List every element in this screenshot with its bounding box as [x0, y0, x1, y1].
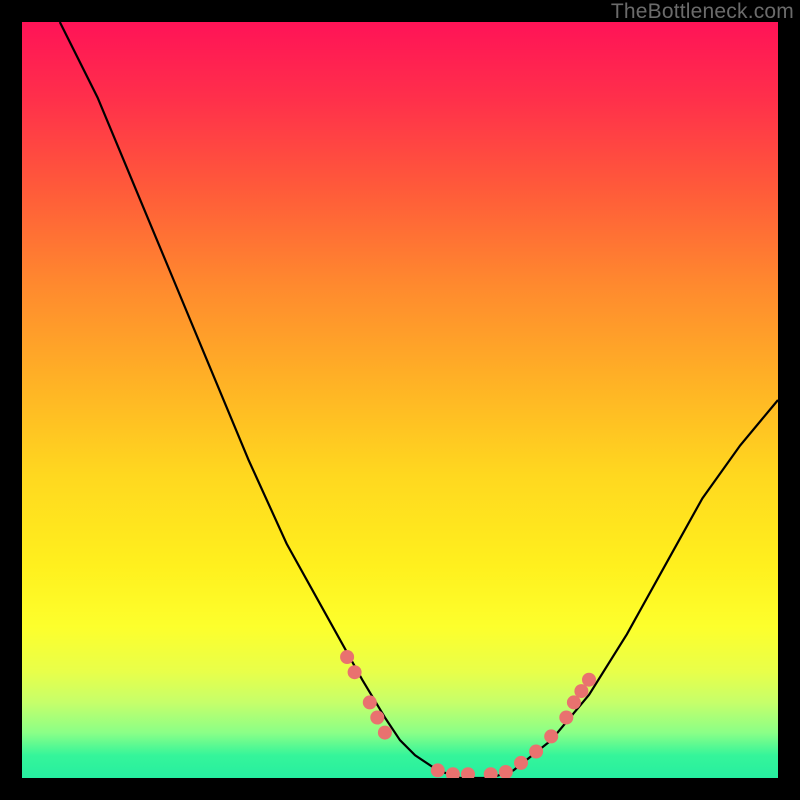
data-marker — [484, 767, 498, 778]
data-marker — [446, 767, 460, 778]
data-marker — [499, 765, 513, 778]
data-marker — [582, 673, 596, 687]
data-marker — [348, 665, 362, 679]
data-marker — [370, 711, 384, 725]
watermark-text: TheBottleneck.com — [611, 0, 794, 24]
data-marker — [363, 695, 377, 709]
data-marker — [378, 726, 392, 740]
marker-group — [340, 650, 596, 778]
data-marker — [544, 729, 558, 743]
data-marker — [574, 684, 588, 698]
data-marker — [340, 650, 354, 664]
data-marker — [461, 767, 475, 778]
plot-area — [22, 22, 778, 778]
data-marker — [529, 745, 543, 759]
data-marker — [514, 756, 528, 770]
bottleneck-curve — [60, 22, 778, 778]
data-marker — [559, 711, 573, 725]
curve-layer — [22, 22, 778, 778]
chart-stage: TheBottleneck.com — [0, 0, 800, 800]
data-marker — [431, 763, 445, 777]
